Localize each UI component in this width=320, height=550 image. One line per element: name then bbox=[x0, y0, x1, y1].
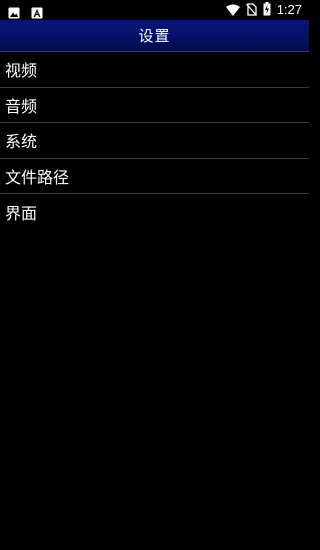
status-left-icons bbox=[8, 4, 43, 19]
page-title: 设置 bbox=[138, 27, 171, 45]
settings-item-label: 视频 bbox=[5, 61, 38, 81]
settings-item-interface[interactable]: 界面 bbox=[0, 194, 309, 230]
settings-item-file-path[interactable]: 文件路径 bbox=[0, 159, 309, 194]
image-icon bbox=[8, 4, 20, 19]
settings-item-video[interactable]: 视频 bbox=[0, 52, 309, 88]
text-a-icon bbox=[31, 4, 43, 19]
settings-list: 视频 音频 系统 文件路径 界面 bbox=[0, 52, 309, 230]
battery-charging-icon bbox=[263, 1, 271, 20]
wifi-icon bbox=[225, 1, 240, 20]
settings-item-label: 系统 bbox=[5, 132, 38, 152]
settings-item-system[interactable]: 系统 bbox=[0, 123, 309, 159]
settings-item-audio[interactable]: 音频 bbox=[0, 88, 309, 123]
clock: 1:27 bbox=[276, 2, 302, 17]
settings-item-label: 界面 bbox=[5, 203, 38, 223]
settings-item-label: 音频 bbox=[5, 96, 38, 116]
status-right-icons: 1:27 bbox=[225, 1, 302, 20]
no-sim-icon bbox=[245, 1, 257, 20]
settings-item-label: 文件路径 bbox=[5, 167, 70, 187]
status-bar: 1:27 bbox=[0, 0, 309, 20]
title-bar: 设置 bbox=[0, 20, 309, 52]
